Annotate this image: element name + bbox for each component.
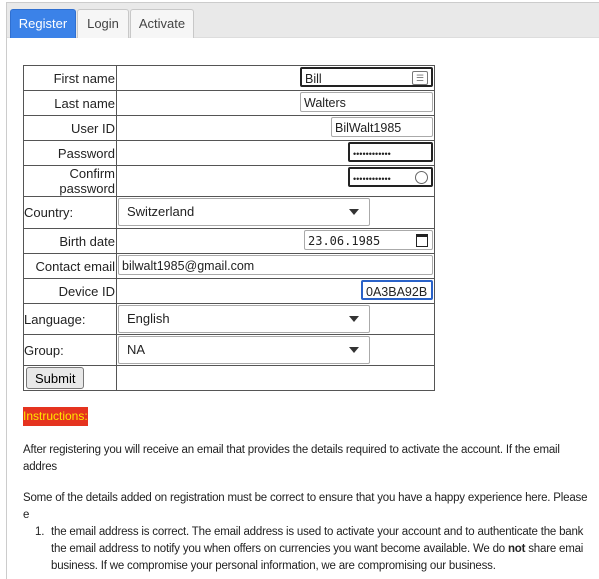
device-id-input[interactable]: 0A3BA92B (361, 280, 433, 300)
first-name-input[interactable]: Bill ☰ (300, 67, 433, 87)
confirm-password-label: Confirm password (23, 165, 117, 197)
language-select[interactable]: English (118, 305, 370, 333)
instructions-paragraph-1: After registering you will receive an em… (23, 444, 560, 473)
group-select[interactable]: NA (118, 336, 370, 364)
last-name-input[interactable]: Walters (300, 92, 433, 112)
first-name-label: First name (23, 65, 117, 91)
confirm-password-input[interactable]: •••••••••••• (348, 167, 433, 187)
instructions-heading: Instructions: (23, 407, 88, 426)
instructions-section: Instructions: After registering you will… (23, 407, 591, 575)
contact-card-icon[interactable]: ☰ (412, 71, 428, 85)
registration-form: First name Bill ☰ Last name Walters User ID… (23, 65, 435, 391)
group-label: Group: (23, 334, 117, 366)
last-name-label: Last name (23, 90, 117, 116)
country-label: Country: (23, 196, 117, 229)
password-key-icon[interactable] (415, 171, 428, 184)
instructions-list-item: 1. the email address is correct. The emai… (35, 526, 584, 572)
contact-email-input[interactable]: bilwalt1985@gmail.com (118, 255, 433, 275)
user-id-label: User ID (23, 115, 117, 141)
birth-date-label: Birth date (23, 228, 117, 254)
submit-button[interactable]: Submit (26, 367, 85, 389)
chevron-down-icon (349, 347, 359, 353)
calendar-icon[interactable] (416, 234, 428, 247)
page: Register Login Activate First name Bill ☰ … (6, 2, 599, 579)
password-input[interactable]: •••••••••••• (348, 142, 433, 162)
country-select[interactable]: Switzerland (118, 198, 370, 226)
user-id-input[interactable]: BilWalt1985 (331, 117, 433, 137)
instructions-paragraph-2: Some of the details added on registratio… (23, 492, 588, 521)
chevron-down-icon (349, 209, 359, 215)
device-id-label: Device ID (23, 278, 117, 304)
language-label: Language: (23, 303, 117, 335)
birth-date-input[interactable]: 23.06.1985 (304, 230, 433, 250)
tab-activate[interactable]: Activate (130, 9, 194, 38)
tab-bar: Register Login Activate (7, 3, 599, 38)
tab-login[interactable]: Login (77, 9, 129, 38)
tab-register[interactable]: Register (10, 9, 76, 38)
password-label: Password (23, 140, 117, 166)
chevron-down-icon (349, 316, 359, 322)
contact-email-label: Contact email (23, 253, 117, 279)
